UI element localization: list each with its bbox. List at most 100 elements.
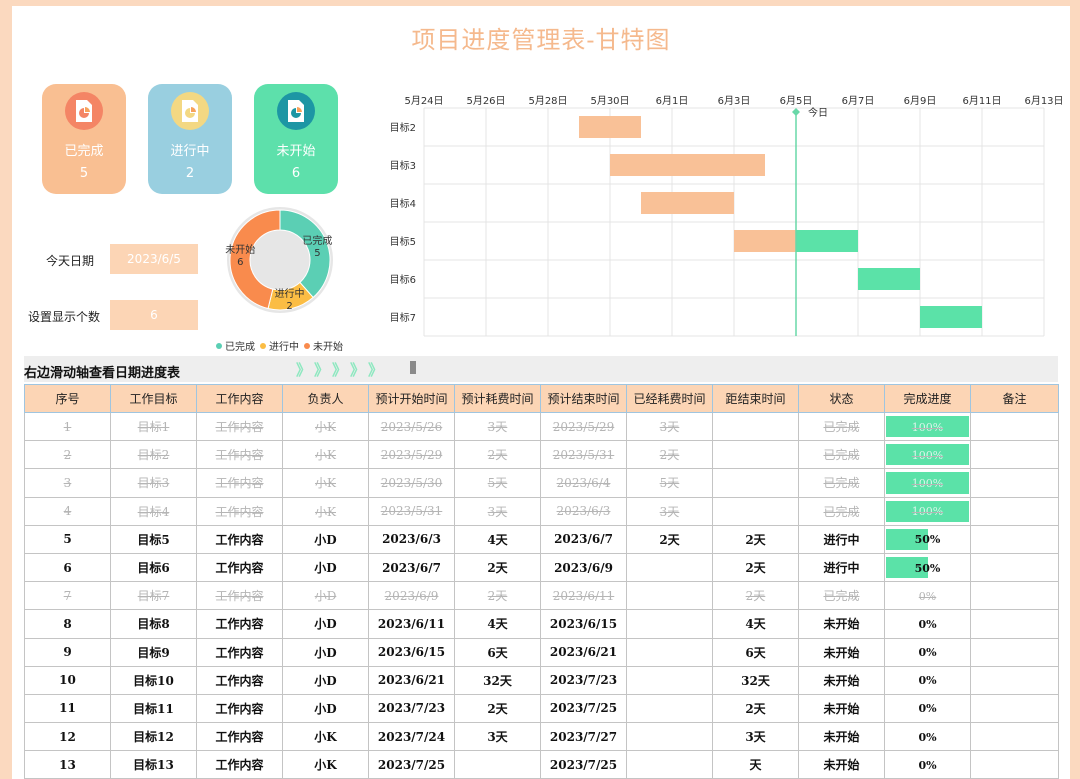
table-cell[interactable]: 小D (282, 693, 369, 724)
table-cell[interactable]: 1 (24, 411, 111, 442)
table-cell[interactable]: 2023/6/3 (368, 524, 455, 554)
progress-cell[interactable]: 0% (884, 665, 971, 695)
column-header[interactable]: 预计开始时间 (368, 384, 455, 413)
table-cell[interactable]: 2023/6/9 (540, 552, 627, 583)
table-cell[interactable] (712, 440, 799, 470)
table-cell[interactable]: 工作内容 (196, 722, 283, 752)
table-cell[interactable]: 2天 (712, 524, 799, 554)
note-cell[interactable] (970, 552, 1059, 583)
table-cell[interactable]: 未开始 (798, 693, 885, 724)
table-cell[interactable]: 12 (24, 722, 111, 752)
table-cell[interactable]: 2023/5/29 (368, 440, 455, 470)
table-cell[interactable]: 32天 (712, 665, 799, 695)
table-cell[interactable]: 2天 (712, 552, 799, 583)
table-cell[interactable]: 小K (282, 468, 369, 498)
table-cell[interactable]: 6天 (712, 637, 799, 667)
table-cell[interactable]: 2023/7/24 (368, 722, 455, 752)
column-header[interactable]: 序号 (24, 384, 111, 413)
table-row[interactable]: 2 目标2 工作内容 小K 2023/5/29 2天 2023/5/31 2天 已完成 100% (24, 440, 1059, 470)
note-cell[interactable] (970, 440, 1059, 470)
progress-cell[interactable]: 0% (884, 750, 971, 779)
table-cell[interactable]: 2023/6/7 (368, 552, 455, 583)
table-cell[interactable]: 2023/6/3 (540, 496, 627, 526)
progress-cell[interactable]: 50% (884, 524, 971, 554)
table-cell[interactable] (626, 552, 713, 583)
table-cell[interactable]: 目标8 (110, 609, 197, 639)
table-cell[interactable]: 小K (282, 411, 369, 442)
table-cell[interactable]: 11 (24, 693, 111, 724)
table-cell[interactable] (712, 468, 799, 498)
table-cell[interactable]: 工作内容 (196, 552, 283, 583)
table-cell[interactable]: 9 (24, 637, 111, 667)
table-cell[interactable]: 小K (282, 750, 369, 779)
table-cell[interactable]: 2023/6/9 (368, 581, 455, 611)
table-cell[interactable]: 小D (282, 524, 369, 554)
table-cell[interactable]: 目标12 (110, 722, 197, 752)
today-date-field[interactable]: 2023/6/5 (110, 244, 198, 274)
table-cell[interactable]: 2023/6/21 (540, 637, 627, 667)
table-row[interactable]: 5 目标5 工作内容 小D 2023/6/3 4天 2023/6/7 2天 2天 进行中 50% (24, 524, 1059, 554)
table-cell[interactable]: 目标4 (110, 496, 197, 526)
table-cell[interactable]: 3天 (454, 722, 541, 752)
table-cell[interactable]: 2023/5/31 (540, 440, 627, 470)
column-header[interactable]: 已经耗费时间 (626, 384, 713, 413)
table-cell[interactable]: 已完成 (798, 440, 885, 470)
table-cell[interactable]: 工作内容 (196, 750, 283, 779)
table-cell[interactable]: 3 (24, 468, 111, 498)
table-cell[interactable]: 32天 (454, 665, 541, 695)
table-cell[interactable]: 目标6 (110, 552, 197, 583)
table-cell[interactable]: 工作内容 (196, 440, 283, 470)
note-cell[interactable] (970, 411, 1059, 442)
table-row[interactable]: 11 目标11 工作内容 小D 2023/7/23 2天 2023/7/25 2天 未开始 0% (24, 693, 1059, 724)
table-cell[interactable]: 小D (282, 552, 369, 583)
progress-cell[interactable]: 100% (884, 468, 971, 498)
table-cell[interactable]: 工作内容 (196, 496, 283, 526)
table-cell[interactable]: 2天 (626, 524, 713, 554)
table-cell[interactable]: 2天 (454, 440, 541, 470)
table-row[interactable]: 1 目标1 工作内容 小K 2023/5/26 3天 2023/5/29 3天 已完成 100% (24, 411, 1059, 442)
table-cell[interactable]: 2023/6/15 (368, 637, 455, 667)
progress-cell[interactable]: 100% (884, 411, 971, 442)
note-cell[interactable] (970, 524, 1059, 554)
table-cell[interactable]: 4 (24, 496, 111, 526)
table-cell[interactable] (626, 609, 713, 639)
table-cell[interactable]: 2023/7/25 (540, 750, 627, 779)
table-cell[interactable] (626, 581, 713, 611)
status-card-completed[interactable]: 已完成 5 (42, 84, 126, 194)
table-cell[interactable]: 工作内容 (196, 581, 283, 611)
table-row[interactable]: 4 目标4 工作内容 小K 2023/5/31 3天 2023/6/3 3天 已完成 100% (24, 496, 1059, 526)
table-cell[interactable]: 4天 (454, 524, 541, 554)
table-cell[interactable]: 目标13 (110, 750, 197, 779)
table-cell[interactable]: 目标10 (110, 665, 197, 695)
table-cell[interactable]: 未开始 (798, 609, 885, 639)
status-card-not-started[interactable]: 未开始 6 (254, 84, 338, 194)
table-cell[interactable]: 已完成 (798, 581, 885, 611)
table-cell[interactable]: 2 (24, 440, 111, 470)
column-header[interactable]: 备注 (970, 384, 1059, 413)
column-header[interactable]: 预计耗费时间 (454, 384, 541, 413)
note-cell[interactable] (970, 693, 1059, 724)
note-cell[interactable] (970, 665, 1059, 695)
table-cell[interactable]: 天 (712, 750, 799, 779)
table-cell[interactable]: 2023/5/29 (540, 411, 627, 442)
note-cell[interactable] (970, 581, 1059, 611)
progress-cell[interactable]: 50% (884, 552, 971, 583)
table-cell[interactable]: 小D (282, 665, 369, 695)
progress-cell[interactable]: 0% (884, 609, 971, 639)
column-header[interactable]: 状态 (798, 384, 885, 413)
table-cell[interactable] (712, 496, 799, 526)
table-cell[interactable]: 工作内容 (196, 693, 283, 724)
progress-cell[interactable]: 0% (884, 722, 971, 752)
table-cell[interactable]: 小K (282, 722, 369, 752)
table-cell[interactable]: 13 (24, 750, 111, 779)
table-cell[interactable]: 2天 (626, 440, 713, 470)
column-header[interactable]: 距结束时间 (712, 384, 799, 413)
column-header[interactable]: 完成进度 (884, 384, 971, 413)
table-cell[interactable]: 2023/7/23 (368, 693, 455, 724)
progress-cell[interactable]: 100% (884, 440, 971, 470)
table-row[interactable]: 10 目标10 工作内容 小D 2023/6/21 32天 2023/7/23 32天 未开始 0… (24, 665, 1059, 695)
table-cell[interactable]: 2023/6/15 (540, 609, 627, 639)
progress-cell[interactable]: 100% (884, 496, 971, 526)
table-cell[interactable]: 2天 (454, 581, 541, 611)
table-cell[interactable]: 工作内容 (196, 468, 283, 498)
